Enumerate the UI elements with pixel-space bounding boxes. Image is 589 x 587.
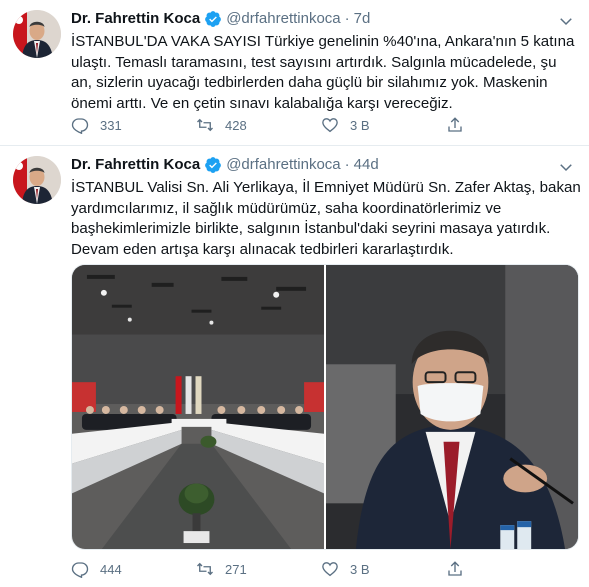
share-button[interactable] xyxy=(446,114,486,136)
reply-count: 331 xyxy=(100,117,122,133)
author-handle[interactable]: @drfahrettinkoca xyxy=(226,9,340,29)
reply-button[interactable]: 444 xyxy=(71,558,196,580)
chevron-down-icon[interactable] xyxy=(557,12,575,30)
separator: · xyxy=(344,156,350,173)
tweet-1[interactable]: Dr. Fahrettin Koca @drfahrettinkoca · 7d… xyxy=(0,0,589,146)
retweet-count: 271 xyxy=(225,561,247,577)
share-button[interactable] xyxy=(446,558,486,580)
like-button[interactable]: 3 B xyxy=(321,114,446,136)
timestamp[interactable]: 44d xyxy=(354,155,379,175)
tweet-actions: 444 271 3 B xyxy=(71,558,511,580)
verified-badge-icon xyxy=(204,10,222,28)
meeting-room-photo[interactable] xyxy=(72,265,324,549)
retweet-icon xyxy=(197,562,213,576)
share-icon xyxy=(448,561,462,576)
like-button[interactable]: 3 B xyxy=(321,558,446,580)
reply-icon xyxy=(71,118,89,134)
tweet-text: İSTANBUL Valisi Sn. Ali Yerlikaya, İl Em… xyxy=(71,179,581,258)
like-count: 3 B xyxy=(350,117,370,133)
like-icon xyxy=(322,562,338,577)
reply-count: 444 xyxy=(100,561,122,577)
author-name[interactable]: Dr. Fahrettin Koca xyxy=(71,9,200,29)
share-icon xyxy=(448,117,462,132)
reply-icon xyxy=(71,562,89,578)
retweet-button[interactable]: 271 xyxy=(196,558,321,580)
timestamp[interactable]: 7d xyxy=(354,9,371,29)
masked-minister-photo[interactable] xyxy=(326,265,578,549)
author-name[interactable]: Dr. Fahrettin Koca xyxy=(71,155,200,175)
reply-button[interactable]: 331 xyxy=(71,114,196,136)
avatar[interactable] xyxy=(13,156,61,204)
retweet-button[interactable]: 428 xyxy=(196,114,321,136)
like-icon xyxy=(322,118,338,133)
separator: · xyxy=(344,10,350,27)
tweet-header: Dr. Fahrettin Koca @drfahrettinkoca · 7d xyxy=(71,8,370,30)
avatar[interactable] xyxy=(13,10,61,58)
tweet-media[interactable] xyxy=(71,264,579,550)
retweet-count: 428 xyxy=(225,117,247,133)
tweet-text: İSTANBUL'DA VAKA SAYISI Türkiye genelini… xyxy=(71,33,575,112)
chevron-down-icon[interactable] xyxy=(557,158,575,176)
tweet-2[interactable]: Dr. Fahrettin Koca @drfahrettinkoca · 44… xyxy=(0,146,589,587)
tweet-actions: 331 428 3 B xyxy=(71,114,511,136)
verified-badge-icon xyxy=(204,156,222,174)
author-handle[interactable]: @drfahrettinkoca xyxy=(226,155,340,175)
retweet-icon xyxy=(197,118,213,132)
like-count: 3 B xyxy=(350,561,370,577)
tweet-header: Dr. Fahrettin Koca @drfahrettinkoca · 44… xyxy=(71,154,379,176)
